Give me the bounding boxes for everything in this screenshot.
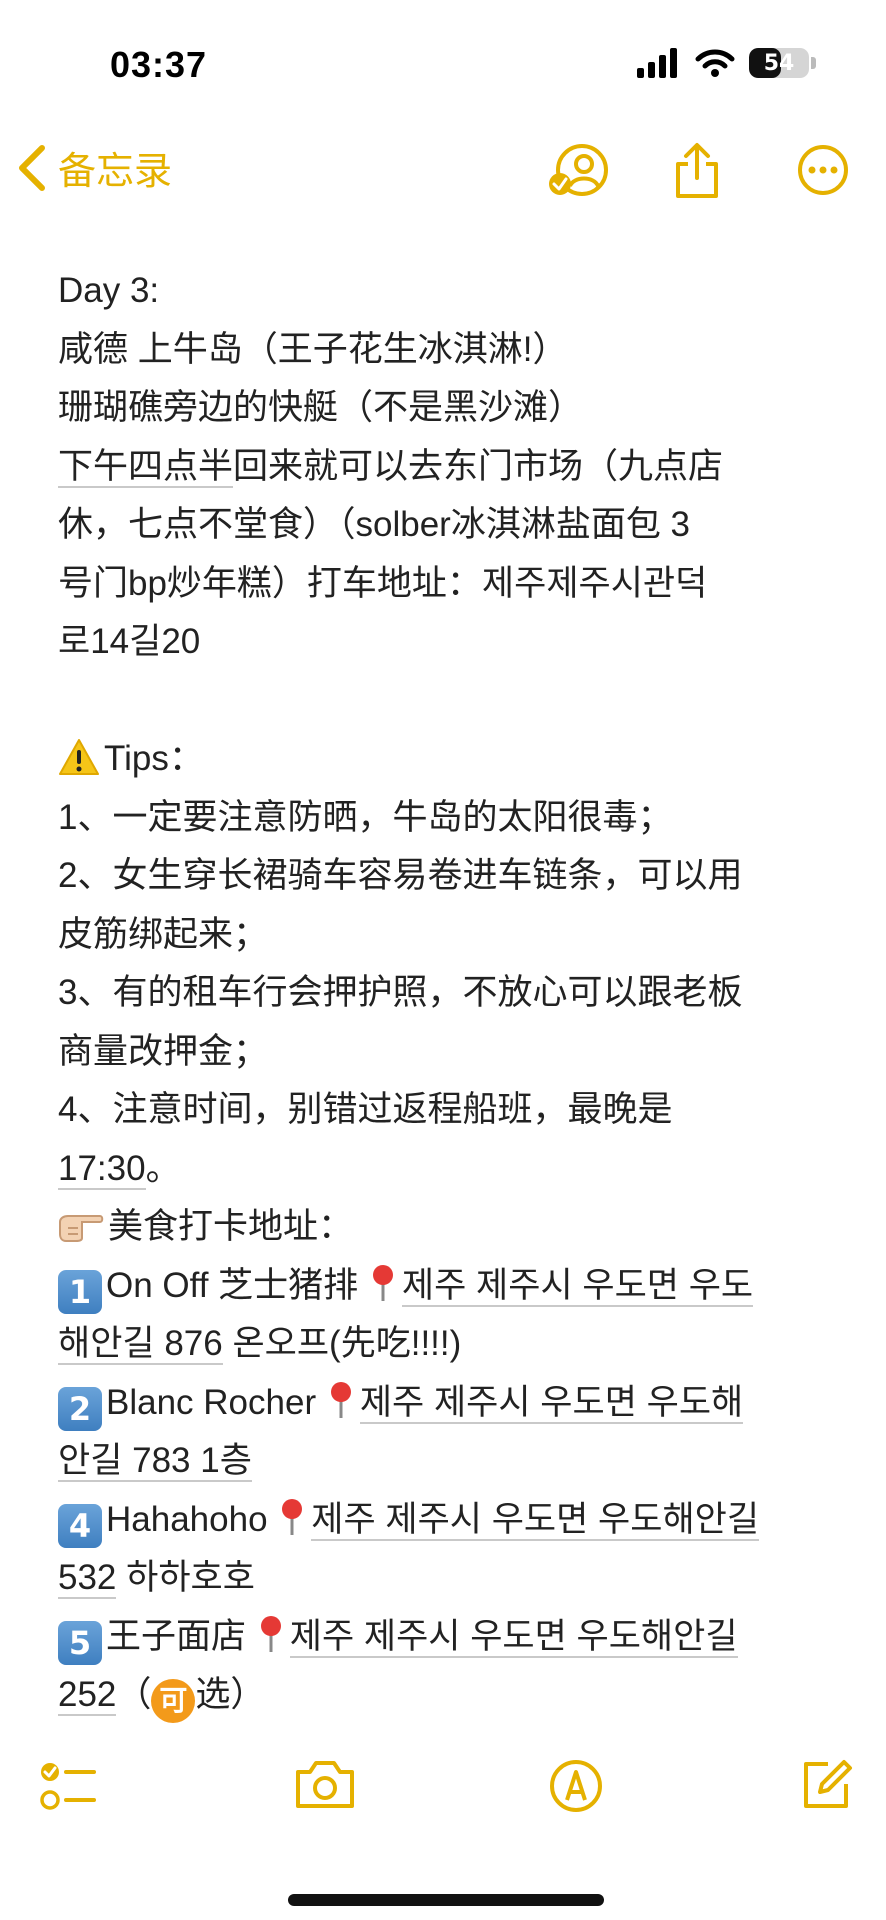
back-label: 备忘录 bbox=[58, 151, 173, 193]
food-name: Hahahoho bbox=[106, 1499, 268, 1539]
battery-icon: 54 bbox=[749, 48, 809, 78]
compose-icon bbox=[804, 1760, 852, 1808]
collaborate-button[interactable] bbox=[548, 142, 612, 203]
note-line: 下午四点半回来就可以去东门市场（九点店 bbox=[58, 438, 848, 497]
pin-icon bbox=[282, 1498, 303, 1535]
food-name: Blanc Rocher bbox=[106, 1382, 317, 1422]
food-item: 2 Blanc Rocher 제주 제주시 우도면 우도해 bbox=[58, 1374, 848, 1433]
note-text: 。 bbox=[145, 1148, 181, 1188]
food-item-cont: 532 하하호호 bbox=[58, 1549, 848, 1608]
keycap-2-icon: 2 bbox=[58, 1386, 102, 1431]
tips-heading: Tips： bbox=[58, 730, 848, 789]
note-line: 休，七点不堂食）（solber冰淇淋盐面包 3 bbox=[58, 505, 691, 544]
tip-line: 17:30。 bbox=[58, 1140, 848, 1199]
status-icons: 54 bbox=[637, 48, 816, 78]
battery-cap bbox=[811, 57, 816, 69]
pin-icon bbox=[260, 1615, 281, 1652]
tip-line: 3、有的租车行会押护照，不放心可以跟老板 bbox=[58, 973, 743, 1012]
food-item-cont: 안길 783 1층 bbox=[58, 1432, 848, 1491]
tips-title: Tips： bbox=[104, 739, 204, 778]
food-note: 온오프(先吃!!!!) bbox=[222, 1324, 462, 1363]
battery-level: 54 bbox=[763, 50, 795, 76]
markup-button[interactable] bbox=[548, 1758, 604, 1819]
note-body[interactable]: Day 3: 咸德 上牛岛（王子花生冰淇淋!） 珊瑚礁旁边的快艇（不是黑沙滩） … bbox=[58, 262, 848, 1725]
pointing-hand-icon bbox=[59, 1215, 104, 1242]
food-note: 하하호호 bbox=[116, 1558, 255, 1597]
pin-icon bbox=[372, 1264, 393, 1301]
bottom-toolbar bbox=[0, 1758, 886, 1838]
food-title: 美食打卡地址： bbox=[108, 1207, 354, 1246]
keycap-1-icon: 1 bbox=[58, 1269, 102, 1314]
note-line: 로14길20 bbox=[58, 622, 201, 661]
back-button[interactable]: 备忘录 bbox=[14, 140, 172, 195]
food-item-cont: 해안길 876 온오프(先吃!!!!) bbox=[58, 1315, 848, 1374]
tip-line: 皮筋绑起来； bbox=[58, 914, 269, 954]
share-icon bbox=[676, 143, 718, 198]
compose-button[interactable] bbox=[800, 1758, 854, 1817]
camera-icon bbox=[296, 1761, 354, 1808]
tip-line: 2、女生穿长裙骑车容易卷进车链条，可以用 bbox=[58, 856, 743, 895]
food-heading: 美食打卡地址： bbox=[58, 1198, 848, 1257]
pin-icon bbox=[330, 1381, 351, 1418]
food-name: 王子面店 bbox=[106, 1616, 247, 1656]
food-item-cont: 252（可选） bbox=[58, 1666, 848, 1725]
status-bar: 03:37 54 bbox=[0, 0, 886, 120]
food-item: 1 On Off 芝士猪排 제주 제주시 우도면 우도 bbox=[58, 1257, 848, 1316]
checklist-icon bbox=[40, 1763, 96, 1810]
nav-bar: 备忘录 bbox=[0, 130, 886, 210]
signal-icon bbox=[637, 48, 677, 78]
markup-icon bbox=[550, 1760, 602, 1812]
time-link[interactable]: 17:30 bbox=[58, 1148, 146, 1190]
tip-line: 4、注意时间，别错过返程船班，最晚是 bbox=[58, 1090, 673, 1129]
food-item: 5 王子面店 제주 제주시 우도면 우도해안길 bbox=[58, 1608, 848, 1667]
tip-line: 商量改押金； bbox=[58, 1031, 269, 1071]
wifi-icon bbox=[695, 49, 735, 77]
note-line: 号门bp炒年糕）打车地址：제주제주시관덕 bbox=[58, 563, 708, 603]
tip-line: 1、一定要注意防晒，牛岛的太阳很毒； bbox=[58, 797, 673, 837]
address-link[interactable]: 532 bbox=[58, 1558, 117, 1599]
food-name: On Off 芝士猪排 bbox=[106, 1265, 359, 1305]
note-line: 珊瑚礁旁边的快艇（不是黑沙滩） bbox=[58, 388, 584, 427]
home-indicator[interactable] bbox=[288, 1894, 604, 1906]
note-line: Day 3: bbox=[58, 271, 160, 310]
address-link[interactable]: 제주 제주시 우도면 우도해 bbox=[359, 1382, 744, 1424]
more-icon bbox=[798, 145, 848, 195]
collaborate-icon bbox=[549, 144, 608, 196]
more-button[interactable] bbox=[796, 142, 850, 203]
checklist-button[interactable] bbox=[38, 1758, 98, 1819]
warning-icon bbox=[59, 739, 99, 775]
camera-button[interactable] bbox=[294, 1758, 356, 1815]
address-link[interactable]: 제주 제주시 우도면 우도해안길 bbox=[311, 1499, 760, 1541]
keycap-5-icon: 5 bbox=[58, 1620, 102, 1665]
share-button[interactable] bbox=[672, 142, 722, 205]
address-link[interactable]: 안길 783 1층 bbox=[58, 1441, 252, 1482]
status-time: 03:37 bbox=[110, 44, 208, 85]
note-text: 回来就可以去东门市场（九点店 bbox=[233, 446, 724, 486]
address-link[interactable]: 제주 제주시 우도면 우도해안길 bbox=[289, 1616, 738, 1658]
food-note: 选） bbox=[195, 1675, 266, 1714]
food-item: 4 Hahahoho 제주 제주시 우도면 우도해안길 bbox=[58, 1491, 848, 1550]
address-link[interactable]: 252 bbox=[58, 1675, 117, 1716]
address-link[interactable]: 해안길 876 bbox=[58, 1324, 223, 1365]
keycap-4-icon: 4 bbox=[58, 1503, 102, 1548]
address-link[interactable]: 제주 제주시 우도면 우도 bbox=[401, 1265, 754, 1307]
note-line: 咸德 上牛岛（王子花生冰淇淋!） bbox=[58, 329, 568, 369]
food-note: （ bbox=[116, 1675, 152, 1714]
time-link[interactable]: 下午四点半 bbox=[58, 446, 234, 488]
chevron-left-icon bbox=[19, 144, 45, 191]
optional-badge-icon: 可 bbox=[151, 1679, 196, 1723]
